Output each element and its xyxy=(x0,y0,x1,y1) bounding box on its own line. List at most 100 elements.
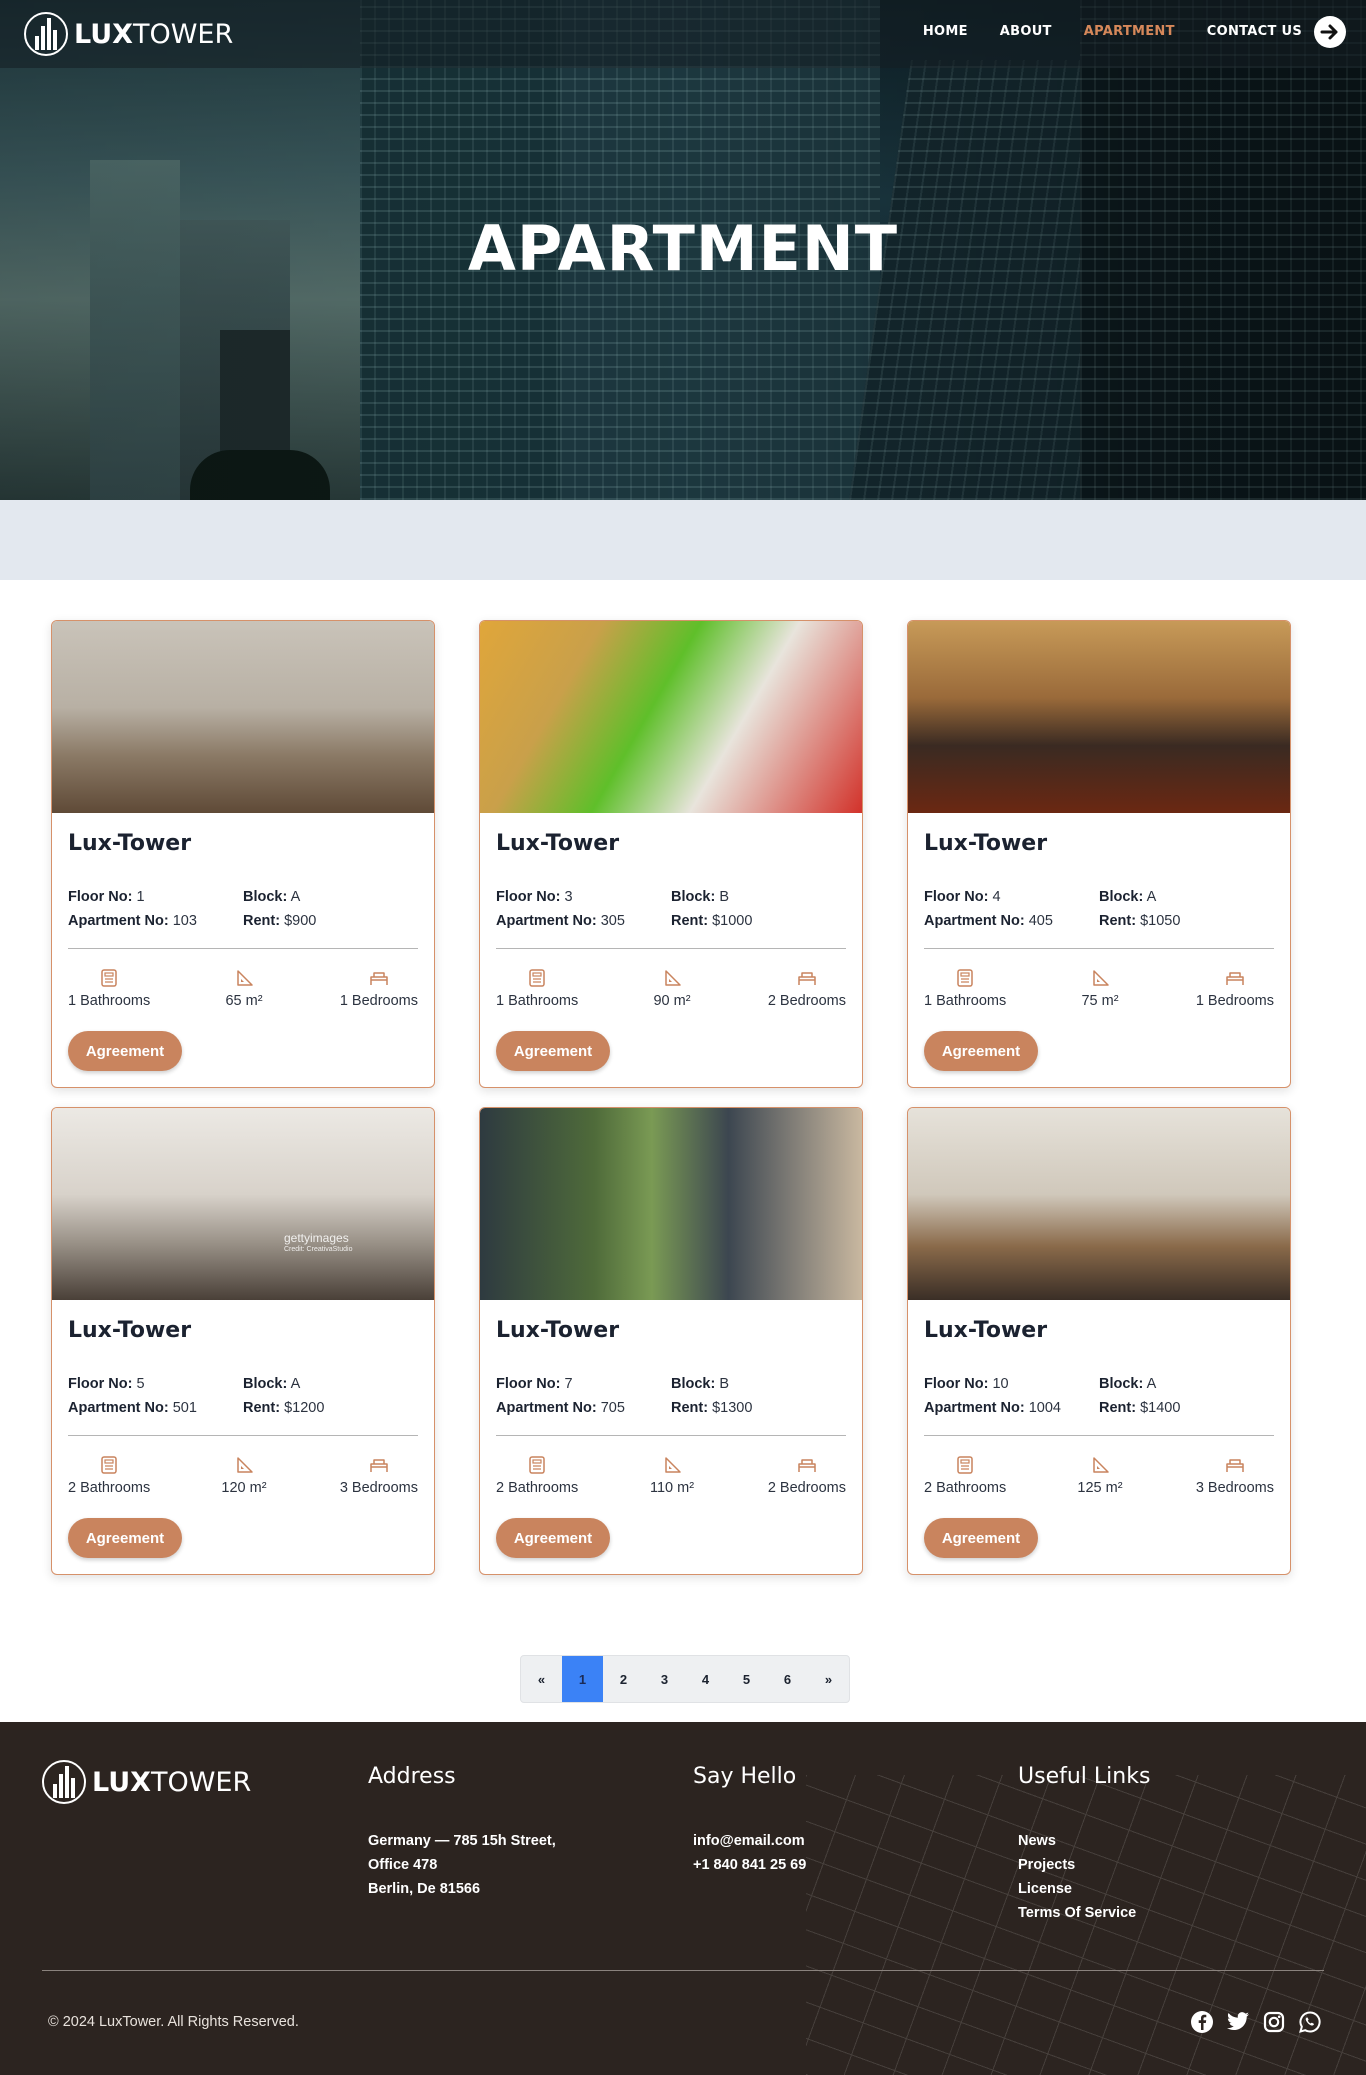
bathrooms-feature: 2 Bathrooms xyxy=(924,1456,1006,1496)
main-nav: HOME ABOUT APARTMENT CONTACT US xyxy=(923,24,1302,39)
rent-field: Rent: $1050 xyxy=(1099,913,1181,929)
footer-link-news[interactable]: News xyxy=(1018,1829,1150,1853)
pagination-page-1[interactable]: 1 xyxy=(562,1656,603,1702)
agreement-button[interactable]: Agreement xyxy=(68,1031,182,1071)
block-field: Block: A xyxy=(243,889,301,905)
bedrooms-feature: 1 Bedrooms xyxy=(1196,969,1274,1009)
bathroom-icon xyxy=(101,1456,117,1474)
pagination-page-2[interactable]: 2 xyxy=(603,1656,644,1702)
apartment-no-field: Apartment No: 501 xyxy=(68,1400,197,1416)
apartment-photo xyxy=(480,621,862,813)
agreement-button[interactable]: Agreement xyxy=(68,1518,182,1558)
block-field: Block: A xyxy=(1099,1376,1157,1392)
footer-logo[interactable]: LUXTOWER xyxy=(42,1760,251,1804)
login-button[interactable] xyxy=(1314,16,1346,48)
rent-field: Rent: $1300 xyxy=(671,1400,753,1416)
apartment-details: Floor No: 5 Block: A Apartment No: 501 R… xyxy=(68,1376,418,1416)
pagination-page-6[interactable]: 6 xyxy=(767,1656,808,1702)
ruler-triangle-icon xyxy=(1093,970,1109,986)
block-field: Block: A xyxy=(1099,889,1157,905)
apartment-card: Lux-Tower Floor No: 7 Block: B Apartment… xyxy=(479,1107,863,1575)
contact-phone[interactable]: +1 840 841 25 69 xyxy=(693,1853,806,1877)
bathroom-icon xyxy=(957,1456,973,1474)
nav-item-home[interactable]: HOME xyxy=(923,24,968,39)
pagination: « 1 2 3 4 5 6 » xyxy=(520,1655,850,1703)
block-field: Block: B xyxy=(671,1376,730,1392)
bathrooms-feature: 1 Bathrooms xyxy=(924,969,1006,1009)
agreement-button[interactable]: Agreement xyxy=(496,1031,610,1071)
agreement-button[interactable]: Agreement xyxy=(924,1031,1038,1071)
watermark-text: gettyimages xyxy=(284,1231,349,1245)
pagination-next[interactable]: » xyxy=(808,1656,849,1702)
pagination-page-3[interactable]: 3 xyxy=(644,1656,685,1702)
bed-icon xyxy=(370,972,388,985)
footer-heading: Useful Links xyxy=(1018,1764,1151,1789)
bedrooms-feature: 2 Bedrooms xyxy=(768,969,846,1009)
bathrooms-feature: 1 Bathrooms xyxy=(496,969,578,1009)
whatsapp-icon[interactable] xyxy=(1298,2010,1322,2034)
area-feature: 65 m² xyxy=(202,969,286,1009)
pagination-page-5[interactable]: 5 xyxy=(726,1656,767,1702)
floor-field: Floor No: 3 xyxy=(496,889,573,905)
apartment-name: Lux-Tower xyxy=(496,1318,620,1343)
bathroom-icon xyxy=(101,969,117,987)
facebook-icon[interactable] xyxy=(1190,2010,1214,2034)
pagination-page-4[interactable]: 4 xyxy=(685,1656,726,1702)
card-divider xyxy=(924,1435,1274,1436)
hero-banner: APARTMENT xyxy=(0,0,1366,500)
block-field: Block: B xyxy=(671,889,730,905)
nav-item-about[interactable]: ABOUT xyxy=(1000,24,1052,39)
nav-item-contact-us[interactable]: CONTACT US xyxy=(1207,24,1302,39)
apartment-name: Lux-Tower xyxy=(68,831,192,856)
apartment-card: Lux-Tower Floor No: 10 Block: A Apartmen… xyxy=(907,1107,1291,1575)
instagram-icon[interactable] xyxy=(1262,2010,1286,2034)
floor-field: Floor No: 10 xyxy=(924,1376,1009,1392)
apartment-name: Lux-Tower xyxy=(68,1318,192,1343)
arrow-right-icon xyxy=(1320,24,1338,40)
rent-field: Rent: $900 xyxy=(243,913,317,929)
bed-icon xyxy=(1226,972,1244,985)
footer-useful-links: Useful Links News Projects License Terms… xyxy=(1018,1764,1150,1925)
apartment-no-field: Apartment No: 1004 xyxy=(924,1400,1061,1416)
card-divider xyxy=(496,948,846,949)
copyright: © 2024 LuxTower. All Rights Reserved. xyxy=(48,2014,299,2030)
top-navbar: LUXTOWER HOME ABOUT APARTMENT CONTACT US xyxy=(0,0,1366,68)
block-field: Block: A xyxy=(243,1376,301,1392)
footer-link-terms[interactable]: Terms Of Service xyxy=(1018,1901,1150,1925)
apartment-details: Floor No: 4 Block: A Apartment No: 405 R… xyxy=(924,889,1274,929)
ruler-triangle-icon xyxy=(237,1457,253,1473)
footer-heading: Say Hello xyxy=(693,1764,797,1789)
brand-name: LUXTOWER xyxy=(92,1766,252,1798)
apartment-details: Floor No: 1 Block: A Apartment No: 103 R… xyxy=(68,889,418,929)
footer-link-projects[interactable]: Projects xyxy=(1018,1853,1150,1877)
bathroom-icon xyxy=(529,1456,545,1474)
floor-field: Floor No: 7 xyxy=(496,1376,573,1392)
area-feature: 75 m² xyxy=(1058,969,1142,1009)
ruler-triangle-icon xyxy=(665,1457,681,1473)
nav-item-apartment[interactable]: APARTMENT xyxy=(1084,24,1175,39)
pagination-prev[interactable]: « xyxy=(521,1656,562,1702)
brand-name: LUXTOWER xyxy=(74,18,234,50)
bedrooms-feature: 1 Bedrooms xyxy=(340,969,418,1009)
apartment-card: Lux-Tower Floor No: 3 Block: B Apartment… xyxy=(479,620,863,1088)
twitter-icon[interactable] xyxy=(1226,2010,1250,2034)
apartment-photo xyxy=(908,1108,1290,1300)
ruler-triangle-icon xyxy=(1093,1457,1109,1473)
site-logo[interactable]: LUXTOWER xyxy=(24,12,233,56)
tower-logo-icon xyxy=(42,1760,86,1804)
rent-field: Rent: $1200 xyxy=(243,1400,325,1416)
bed-icon xyxy=(798,972,816,985)
apartment-photo xyxy=(908,621,1290,813)
agreement-button[interactable]: Agreement xyxy=(496,1518,610,1558)
apartment-no-field: Apartment No: 405 xyxy=(924,913,1053,929)
agreement-button[interactable]: Agreement xyxy=(924,1518,1038,1558)
footer-link-license[interactable]: License xyxy=(1018,1877,1150,1901)
bathrooms-feature: 2 Bathrooms xyxy=(496,1456,578,1496)
bathroom-icon xyxy=(529,969,545,987)
apartment-name: Lux-Tower xyxy=(496,831,620,856)
address-line: Berlin, De 81566 xyxy=(368,1881,481,1897)
contact-email[interactable]: info@email.com xyxy=(693,1829,806,1853)
tower-logo-icon xyxy=(24,12,68,56)
area-feature: 120 m² xyxy=(202,1456,286,1496)
card-divider xyxy=(68,948,418,949)
